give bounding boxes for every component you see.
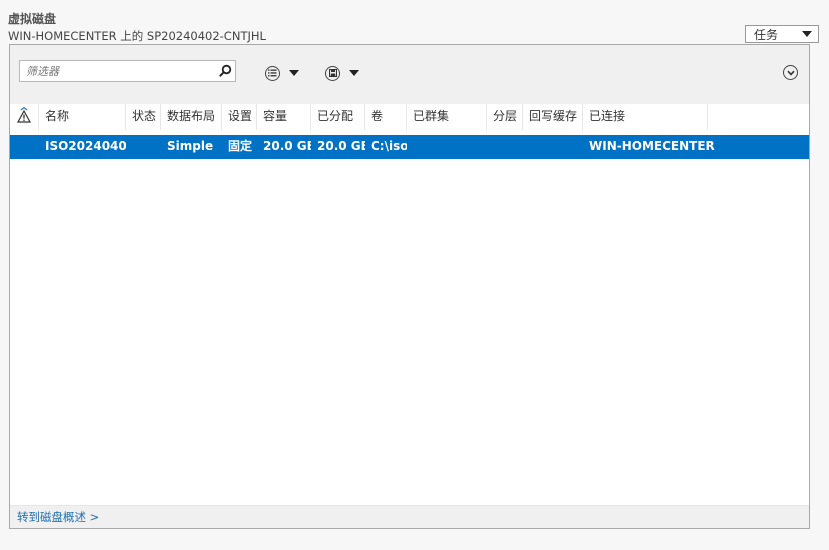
table-header: 名称 状态 数据布局 设置 容量 已分配 卷 已群集 分层 回写缓存 已连接 — [10, 104, 809, 130]
column-header-capacity[interactable]: 容量 — [257, 104, 311, 130]
page-title: 虚拟磁盘 — [8, 12, 57, 26]
column-header-clustered[interactable]: 已群集 — [407, 104, 487, 130]
column-header-layout[interactable]: 数据布局 — [161, 104, 222, 130]
table-row[interactable]: ISO20240402 Simple 固定 20.0 GB 20.0 GB C:… — [10, 135, 809, 159]
list-view-button[interactable] — [265, 64, 299, 82]
chevron-down-icon — [802, 31, 812, 37]
page-subtitle: WIN-HOMECENTER 上的 SP20240402-CNTJHL — [8, 29, 266, 43]
column-header-volume[interactable]: 卷 — [365, 104, 407, 130]
tasks-label: 任务 — [754, 27, 779, 42]
panel-footer: 转到磁盘概述 > — [10, 505, 809, 528]
cell-clustered — [407, 135, 487, 159]
tasks-dropdown-button[interactable]: 任务 — [745, 25, 819, 43]
cell-provisioning: 固定 — [228, 139, 253, 153]
virtual-disks-panel: 名称 状态 数据布局 设置 容量 已分配 卷 已群集 分层 回写缓存 已连接 I… — [9, 44, 810, 529]
cell-status — [126, 135, 161, 159]
cell-writeback-cache — [523, 135, 583, 159]
list-view-icon — [265, 65, 280, 81]
cell-tiered — [487, 135, 523, 159]
column-header-provisioning[interactable]: 设置 — [222, 104, 257, 130]
save-query-icon — [325, 65, 340, 81]
column-header-writeback-cache[interactable]: 回写缓存 — [523, 104, 583, 130]
cell-allocated: 20.0 GB — [317, 139, 365, 153]
column-header-attached[interactable]: 已连接 — [583, 104, 708, 130]
column-header-allocated[interactable]: 已分配 — [311, 104, 365, 130]
chevron-down-icon — [289, 70, 299, 76]
chevron-down-icon — [349, 70, 359, 76]
warning-column-header[interactable] — [10, 104, 39, 130]
save-query-button[interactable] — [325, 64, 359, 82]
filter-input[interactable] — [20, 61, 216, 81]
cell-attached: WIN-HOMECENTER — [589, 139, 715, 153]
column-header-status[interactable]: 状态 — [126, 104, 161, 130]
toolbar — [10, 45, 809, 105]
column-header-name[interactable]: 名称 — [39, 104, 126, 130]
column-header-tiered[interactable]: 分层 — [487, 104, 523, 130]
go-to-disk-overview-link[interactable]: 转到磁盘概述 > — [17, 509, 99, 525]
cell-volume: C:\iso — [371, 139, 407, 153]
filter-box — [19, 60, 236, 82]
cell-capacity: 20.0 GB — [263, 139, 311, 153]
cell-layout: Simple — [167, 139, 214, 153]
expand-icon[interactable] — [783, 65, 798, 80]
search-icon[interactable] — [218, 64, 232, 78]
cell-name: ISO20240402 — [45, 139, 126, 153]
warning-sort-icon — [17, 107, 31, 123]
